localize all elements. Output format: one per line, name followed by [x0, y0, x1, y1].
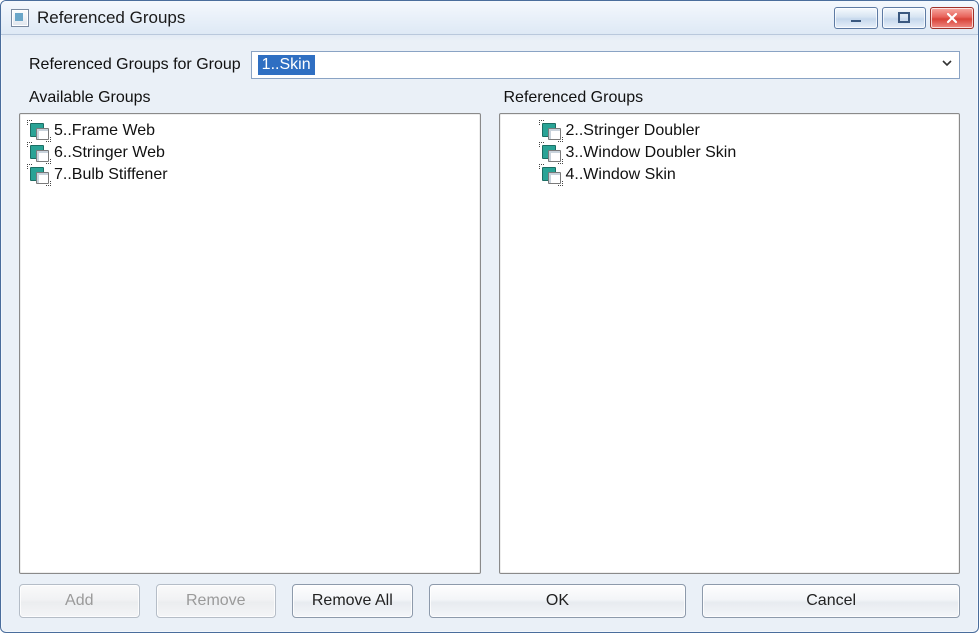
- list-item-label: 2..Stringer Doubler: [566, 122, 700, 140]
- buttons-row: Add Remove Remove All OK Cancel: [19, 584, 960, 618]
- group-selector-row: Referenced Groups for Group 1..Skin: [29, 51, 960, 79]
- dialog-window: Referenced Groups Referenced Groups for: [0, 0, 979, 633]
- available-groups-label: Available Groups: [29, 89, 486, 107]
- referenced-groups-label: Referenced Groups: [504, 89, 961, 107]
- list-item[interactable]: 5..Frame Web: [26, 120, 474, 142]
- close-icon: [945, 11, 959, 25]
- add-button[interactable]: Add: [19, 584, 140, 618]
- list-item-label: 7..Bulb Stiffener: [54, 166, 168, 184]
- list-item[interactable]: 4..Window Skin: [506, 164, 954, 186]
- group-icon: [542, 123, 560, 139]
- list-labels-row: Available Groups Referenced Groups: [29, 89, 960, 107]
- group-for-label: Referenced Groups for Group: [29, 56, 241, 74]
- cancel-button[interactable]: Cancel: [702, 584, 960, 618]
- titlebar: Referenced Groups: [1, 1, 978, 35]
- group-combobox-value: 1..Skin: [258, 55, 315, 75]
- lists-row: 5..Frame Web 6..Stringer Web 7..Bulb Sti…: [19, 113, 960, 574]
- referenced-groups-list[interactable]: 2..Stringer Doubler 3..Window Doubler Sk…: [499, 113, 961, 574]
- client-area: Referenced Groups for Group 1..Skin Avai…: [1, 35, 978, 632]
- group-combobox[interactable]: 1..Skin: [251, 51, 960, 79]
- group-icon: [30, 145, 48, 161]
- remove-all-button[interactable]: Remove All: [292, 584, 413, 618]
- list-item[interactable]: 3..Window Doubler Skin: [506, 142, 954, 164]
- window-controls: [834, 7, 974, 29]
- list-item-label: 6..Stringer Web: [54, 144, 165, 162]
- maximize-button[interactable]: [882, 7, 926, 29]
- list-item[interactable]: 6..Stringer Web: [26, 142, 474, 164]
- list-item[interactable]: 2..Stringer Doubler: [506, 120, 954, 142]
- list-item-label: 3..Window Doubler Skin: [566, 144, 737, 162]
- group-icon: [30, 123, 48, 139]
- list-item-label: 4..Window Skin: [566, 166, 676, 184]
- group-icon: [542, 167, 560, 183]
- app-icon: [11, 9, 29, 27]
- remove-button[interactable]: Remove: [156, 584, 277, 618]
- list-item[interactable]: 7..Bulb Stiffener: [26, 164, 474, 186]
- ok-button[interactable]: OK: [429, 584, 687, 618]
- available-groups-list[interactable]: 5..Frame Web 6..Stringer Web 7..Bulb Sti…: [19, 113, 481, 574]
- minimize-button[interactable]: [834, 7, 878, 29]
- group-icon: [30, 167, 48, 183]
- list-item-label: 5..Frame Web: [54, 122, 155, 140]
- chevron-down-icon: [941, 56, 953, 74]
- group-icon: [542, 145, 560, 161]
- close-button[interactable]: [930, 7, 974, 29]
- maximize-icon: [897, 11, 911, 25]
- window-title: Referenced Groups: [37, 8, 834, 28]
- minimize-icon: [849, 11, 863, 25]
